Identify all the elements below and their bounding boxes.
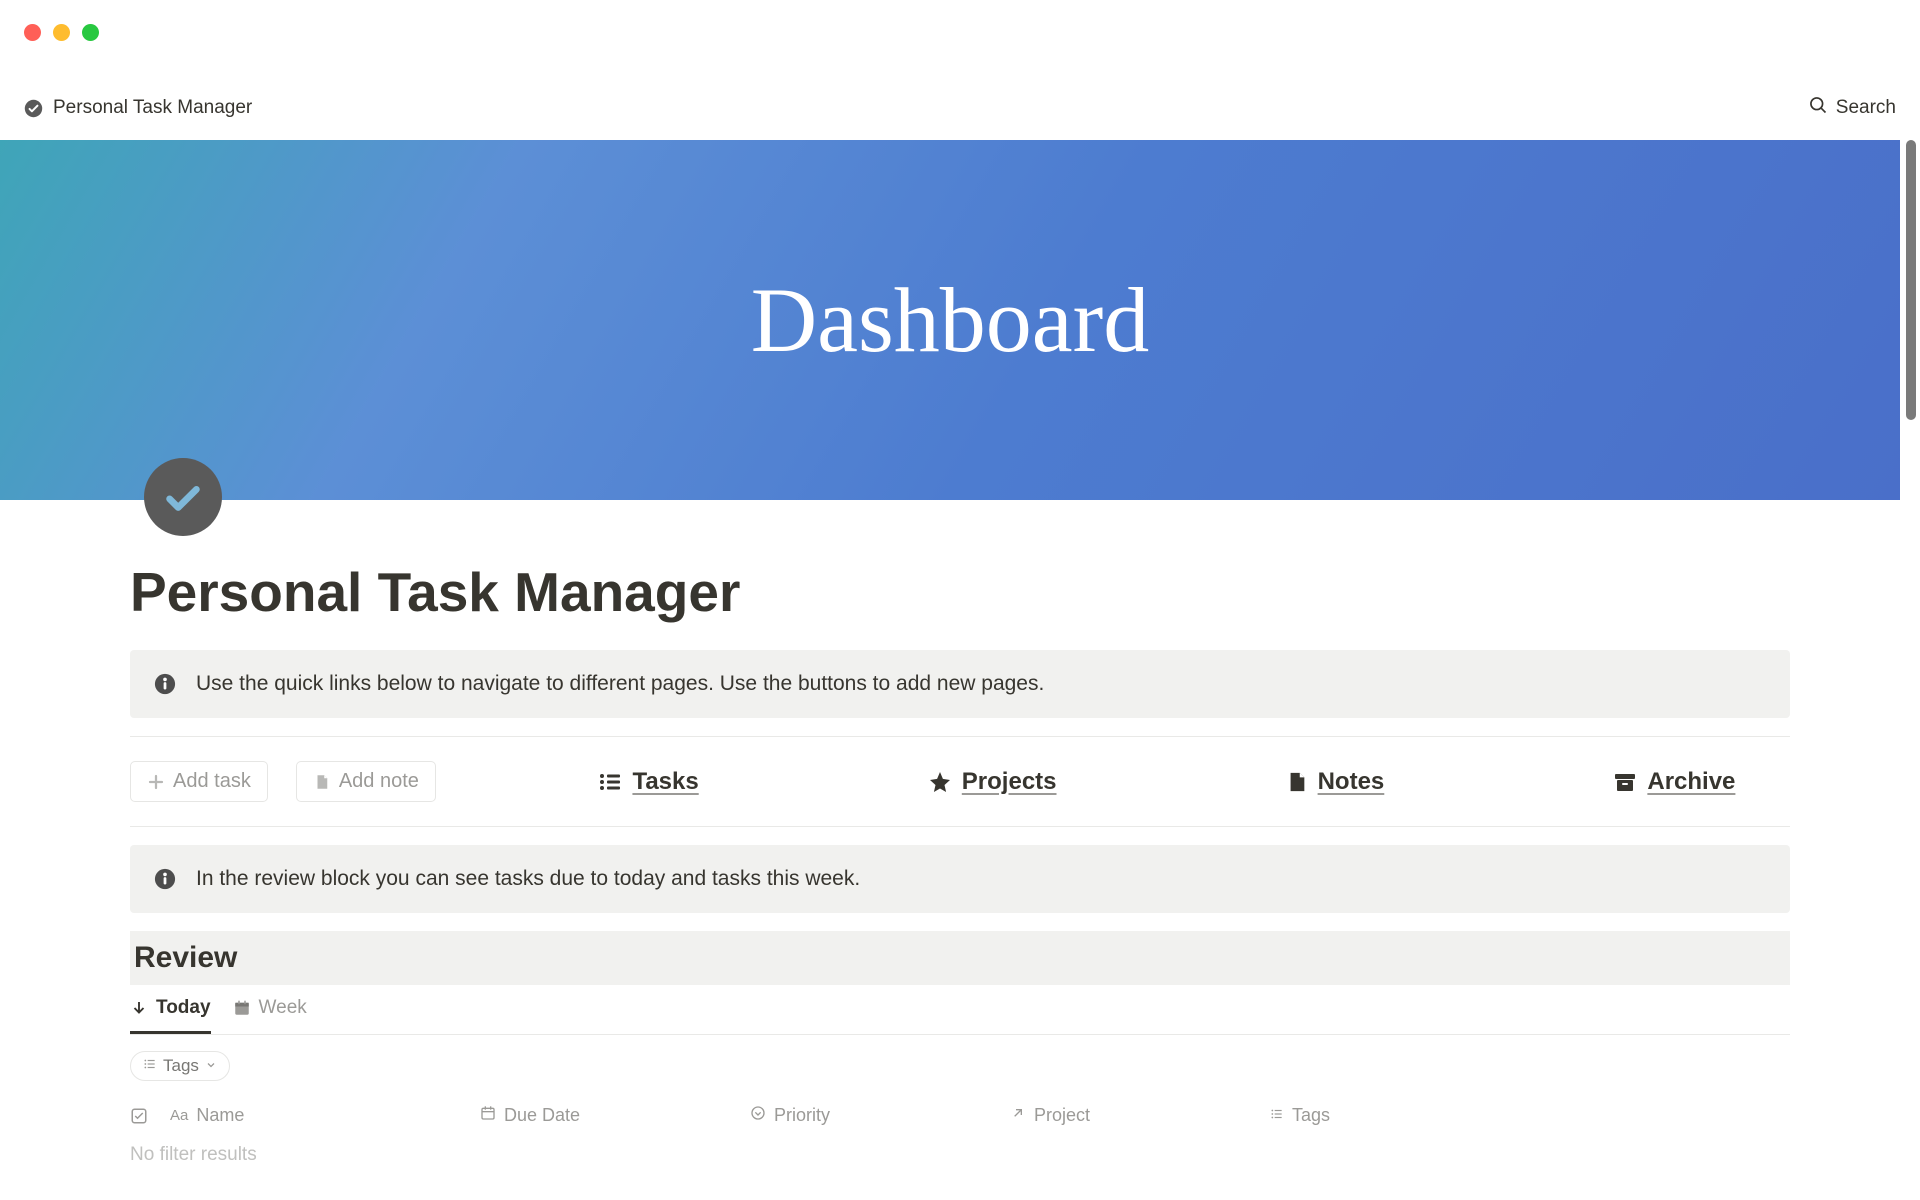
- fullscreen-window-icon[interactable]: [82, 24, 99, 41]
- quicklink-notes-label: Notes: [1318, 768, 1385, 796]
- calendar-icon: [233, 999, 251, 1017]
- quick-actions-row: Add task Add note Tasks Projects: [130, 761, 1790, 802]
- check-circle-icon: [24, 99, 43, 118]
- add-note-label: Add note: [339, 770, 419, 793]
- search-label: Search: [1836, 97, 1896, 119]
- filter-tags-chip[interactable]: Tags: [130, 1051, 230, 1081]
- note-icon: [313, 772, 331, 792]
- arrow-up-right-icon: [1010, 1105, 1026, 1126]
- list-icon: [598, 770, 622, 794]
- search-button[interactable]: Search: [1808, 95, 1896, 121]
- chevron-down-icon: [205, 1056, 217, 1076]
- table-empty-state: No filter results: [130, 1144, 1790, 1166]
- list-small-icon: [143, 1056, 157, 1076]
- column-priority[interactable]: Priority: [750, 1105, 1010, 1126]
- column-priority-label: Priority: [774, 1105, 830, 1126]
- quicklink-archive[interactable]: Archive: [1613, 768, 1735, 796]
- archive-icon: [1613, 770, 1637, 794]
- quicklink-projects-label: Projects: [962, 768, 1057, 796]
- add-task-button[interactable]: Add task: [130, 761, 268, 802]
- column-name-label: Name: [196, 1105, 244, 1126]
- callout-info-2: In the review block you can see tasks du…: [130, 845, 1790, 913]
- page-icon[interactable]: [144, 458, 222, 536]
- breadcrumb[interactable]: Personal Task Manager: [24, 97, 252, 119]
- breadcrumb-title: Personal Task Manager: [53, 97, 252, 119]
- divider: [130, 736, 1790, 737]
- info-icon: [154, 673, 176, 695]
- arrow-down-icon: [130, 999, 148, 1017]
- quicklink-tasks[interactable]: Tasks: [598, 768, 698, 796]
- quicklink-projects[interactable]: Projects: [928, 768, 1057, 796]
- table-header: Aa Name Due Date Priority Project Tags: [130, 1097, 1790, 1134]
- quicklink-tasks-label: Tasks: [632, 768, 698, 796]
- star-icon: [928, 770, 952, 794]
- add-note-button[interactable]: Add note: [296, 761, 436, 802]
- list-tiny-icon: [1270, 1105, 1284, 1126]
- note-page-icon: [1286, 770, 1308, 794]
- quicklink-archive-label: Archive: [1647, 768, 1735, 796]
- filter-row: Tags: [130, 1051, 1790, 1081]
- search-icon: [1808, 95, 1828, 121]
- column-due-label: Due Date: [504, 1105, 580, 1126]
- close-window-icon[interactable]: [24, 24, 41, 41]
- add-task-label: Add task: [173, 770, 251, 793]
- review-heading: Review: [130, 931, 1790, 985]
- quick-links: Tasks Projects Notes Archive: [544, 768, 1790, 796]
- cover-title: Dashboard: [751, 267, 1150, 373]
- minimize-window-icon[interactable]: [53, 24, 70, 41]
- tab-week[interactable]: Week: [233, 997, 307, 1034]
- column-tags-label: Tags: [1292, 1105, 1330, 1126]
- tab-week-label: Week: [259, 997, 307, 1019]
- column-checkbox[interactable]: [130, 1107, 170, 1125]
- info-icon: [154, 868, 176, 890]
- cover-image: Dashboard: [0, 140, 1900, 500]
- filter-tags-label: Tags: [163, 1056, 199, 1076]
- callout-text: In the review block you can see tasks du…: [196, 867, 860, 891]
- plus-icon: [147, 773, 165, 791]
- quicklink-notes[interactable]: Notes: [1286, 768, 1385, 796]
- callout-info-1: Use the quick links below to navigate to…: [130, 650, 1790, 718]
- column-tags[interactable]: Tags: [1270, 1105, 1470, 1126]
- view-tabs: Today Week: [130, 997, 1790, 1035]
- tab-today-label: Today: [156, 997, 211, 1019]
- column-project-label: Project: [1034, 1105, 1090, 1126]
- page-content: Personal Task Manager Use the quick link…: [130, 560, 1790, 1166]
- divider: [130, 826, 1790, 827]
- column-project[interactable]: Project: [1010, 1105, 1270, 1126]
- topbar: Personal Task Manager Search: [0, 88, 1920, 128]
- window-controls: [24, 24, 99, 41]
- text-aa-icon: Aa: [170, 1107, 188, 1124]
- calendar-small-icon: [480, 1105, 496, 1126]
- callout-text: Use the quick links below to navigate to…: [196, 672, 1044, 696]
- column-name[interactable]: Aa Name: [170, 1105, 480, 1126]
- scrollbar[interactable]: [1906, 140, 1916, 420]
- chevron-circle-icon: [750, 1105, 766, 1126]
- tab-today[interactable]: Today: [130, 997, 211, 1034]
- page-title: Personal Task Manager: [130, 560, 1790, 624]
- column-due-date[interactable]: Due Date: [480, 1105, 750, 1126]
